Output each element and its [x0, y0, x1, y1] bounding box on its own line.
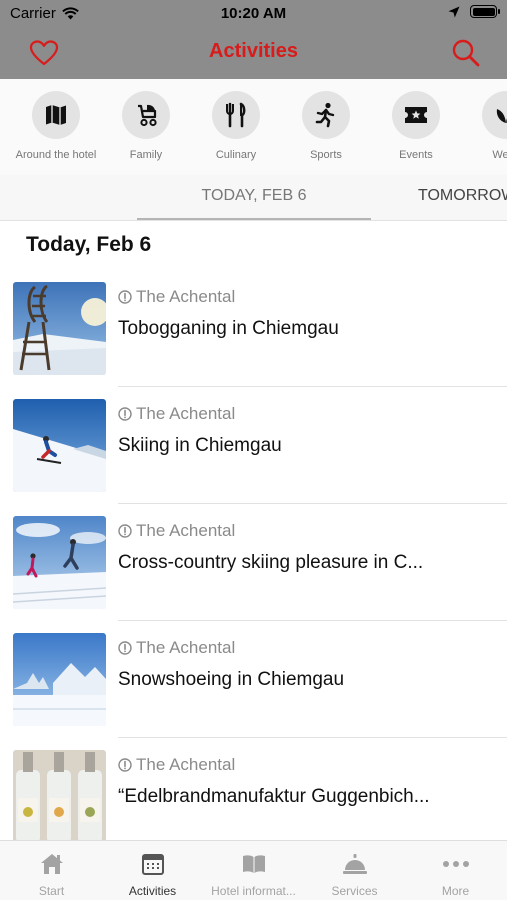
- category-label: Events: [399, 149, 433, 161]
- venue-label: The Achental: [136, 287, 236, 306]
- activity-title: Tobogganing in Chiemgau: [118, 318, 339, 339]
- category-events[interactable]: Events: [371, 91, 461, 161]
- info-icon: [118, 758, 132, 772]
- activity-venue: The Achental: [118, 404, 235, 424]
- row-divider: [118, 737, 507, 738]
- runner-icon: [315, 102, 335, 128]
- activity-venue: The Achental: [118, 638, 235, 658]
- service-bell-icon: [342, 854, 367, 874]
- category-scroller[interactable]: Around the hotel Family Culinary Sports …: [0, 79, 507, 175]
- activity-list: The Achental Tobogganing in Chiemgau The…: [0, 281, 507, 866]
- info-icon: [118, 641, 132, 655]
- info-icon: [118, 407, 132, 421]
- page-title: Activities: [209, 40, 298, 62]
- info-icon: [118, 524, 132, 538]
- category-label: Around the hotel: [15, 149, 97, 161]
- list-item[interactable]: The Achental Tobogganing in Chiemgau: [0, 281, 507, 398]
- search-icon[interactable]: [451, 38, 481, 68]
- section-title: Today, Feb 6: [26, 233, 152, 256]
- activity-thumbnail: [13, 633, 106, 726]
- activity-thumbnail: [13, 399, 106, 492]
- tab-label: Activities: [128, 884, 177, 898]
- date-tabs: TODAY, FEB 6 TOMORROW: [0, 175, 507, 221]
- row-divider: [118, 386, 507, 387]
- activity-thumbnail: [13, 282, 106, 375]
- activity-venue: The Achental: [118, 287, 235, 307]
- tab-label: Hotel informat...: [211, 884, 296, 898]
- list-item[interactable]: The Achental Snowshoeing in Chiemgau: [0, 632, 507, 749]
- category-label: Culinary: [215, 149, 257, 161]
- venue-label: The Achental: [136, 404, 236, 423]
- bottom-tab-bar: Start Activities Hotel informat... Servi…: [0, 840, 507, 900]
- row-divider: [118, 620, 507, 621]
- wellness-icon: [496, 109, 507, 123]
- activity-title: Snowshoeing in Chiemgau: [118, 669, 345, 690]
- category-label: Welln: [492, 149, 507, 161]
- book-icon: [242, 855, 265, 873]
- tab-services[interactable]: Services: [304, 851, 405, 898]
- venue-label: The Achental: [136, 755, 236, 774]
- more-dots-icon: [442, 861, 469, 867]
- category-label: Family: [129, 149, 163, 161]
- info-icon: [118, 290, 132, 304]
- tab-label: More: [441, 884, 470, 898]
- list-item[interactable]: The Achental Skiing in Chiemgau: [0, 398, 507, 515]
- cutlery-icon: [226, 102, 246, 128]
- activity-venue: The Achental: [118, 521, 235, 541]
- activity-title: “Edelbrandmanufaktur Guggenbich...: [118, 786, 430, 807]
- ticket-icon: [405, 107, 427, 123]
- tab-label: Services: [331, 884, 378, 898]
- stroller-icon: [138, 104, 157, 127]
- activity-thumbnail: [13, 750, 106, 843]
- tab-more[interactable]: More: [405, 851, 506, 898]
- venue-label: The Achental: [136, 521, 236, 540]
- location-arrow-icon: [448, 6, 460, 17]
- tab-start[interactable]: Start: [1, 851, 102, 898]
- category-culinary[interactable]: Culinary: [191, 91, 281, 161]
- venue-label: The Achental: [136, 638, 236, 657]
- category-sports[interactable]: Sports: [281, 91, 371, 161]
- list-item[interactable]: The Achental Cross-country skiing pleasu…: [0, 515, 507, 632]
- activity-title: Cross-country skiing pleasure in C...: [118, 552, 424, 573]
- category-family[interactable]: Family: [101, 91, 191, 161]
- calendar-icon: [141, 854, 164, 875]
- tab-tomorrow[interactable]: TOMORROW: [418, 187, 507, 205]
- battery-icon: [470, 5, 500, 18]
- map-icon: [46, 105, 66, 125]
- activity-thumbnail: [13, 516, 106, 609]
- status-time: 10:20 AM: [220, 5, 287, 22]
- home-icon: [40, 854, 63, 874]
- category-around-the-hotel[interactable]: Around the hotel: [11, 91, 101, 161]
- activity-venue: The Achental: [118, 755, 235, 775]
- tab-hotel-information[interactable]: Hotel informat...: [203, 851, 304, 898]
- header: Carrier 10:20 AM Activities: [0, 0, 507, 79]
- category-wellness[interactable]: Welln: [461, 91, 507, 161]
- status-right: [448, 5, 500, 18]
- tab-today[interactable]: TODAY, FEB 6: [137, 187, 371, 220]
- row-divider: [118, 503, 507, 504]
- tab-label: Start: [38, 884, 65, 898]
- activity-title: Skiing in Chiemgau: [118, 435, 282, 456]
- nav-bar: Activities: [0, 28, 507, 79]
- category-label: Sports: [310, 149, 342, 161]
- status-bar: Carrier 10:20 AM: [0, 0, 507, 28]
- tab-activities[interactable]: Activities: [102, 851, 203, 898]
